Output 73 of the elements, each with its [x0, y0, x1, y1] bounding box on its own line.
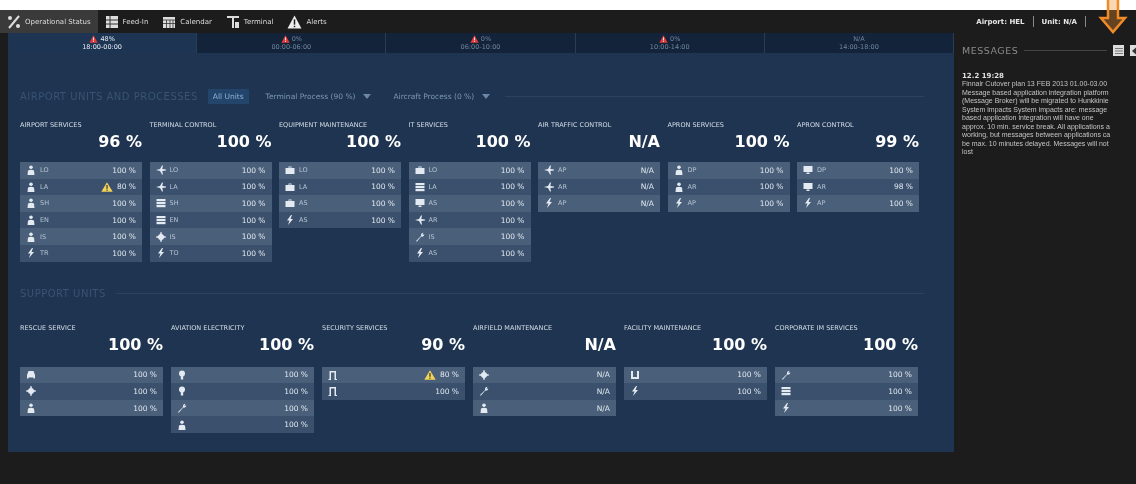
person-icon — [479, 403, 489, 414]
unit-value: 100 % — [346, 132, 401, 152]
plane-icon — [155, 165, 166, 176]
lightning-icon — [26, 248, 36, 259]
unit-value: 96 % — [98, 132, 142, 152]
person-icon — [177, 419, 187, 430]
plane-icon — [414, 215, 425, 226]
back-button[interactable] — [1130, 45, 1136, 56]
lightning-icon — [285, 215, 295, 226]
unit-value: 100 % — [863, 334, 918, 355]
lightning-icon — [155, 248, 166, 259]
list-view-button[interactable] — [1113, 45, 1124, 56]
calendar-icon — [162, 14, 177, 29]
wrench-icon — [414, 231, 425, 242]
pipe-icon — [630, 369, 640, 380]
caret-icon — [363, 93, 372, 99]
lightning-icon — [544, 198, 554, 209]
annotation-arrow — [1098, 0, 1128, 34]
person-icon — [26, 181, 36, 192]
person-icon — [26, 215, 36, 226]
person-icon — [673, 181, 684, 192]
unit-value: 100 % — [259, 334, 314, 355]
person-icon — [26, 403, 36, 414]
monitor-icon — [414, 198, 425, 209]
lightning-icon — [414, 248, 425, 259]
percent-icon — [7, 14, 21, 29]
unit-value: 100 % — [712, 334, 767, 355]
alert-icon — [280, 35, 290, 43]
car-icon — [26, 369, 36, 380]
terminal-icon — [225, 14, 240, 29]
lightning-icon — [781, 403, 791, 414]
alert-icon — [89, 35, 99, 43]
bulb-icon — [177, 369, 187, 380]
wrench-icon — [479, 386, 489, 397]
lightning-icon — [673, 198, 684, 209]
lightning-icon — [803, 198, 813, 209]
wrench-icon — [781, 369, 791, 380]
briefcase-icon — [285, 181, 295, 192]
lightning-icon — [630, 386, 640, 397]
briefcase-icon — [285, 198, 295, 209]
monitor-icon — [803, 165, 813, 176]
briefcase-icon — [414, 165, 425, 176]
list-icon — [104, 14, 119, 29]
list-icon — [781, 386, 791, 397]
person-icon — [26, 198, 36, 209]
caret-icon — [482, 93, 491, 99]
briefcase-icon — [285, 165, 295, 176]
alert-icon — [469, 35, 479, 43]
warning-icon — [287, 14, 303, 29]
person-icon — [673, 165, 684, 176]
monitor-icon — [803, 181, 813, 192]
plane-icon — [544, 165, 554, 176]
unit-value: 100 % — [734, 132, 790, 152]
unit-value: 99 % — [875, 132, 919, 152]
unit-value: 100 % — [475, 132, 531, 152]
list-icon — [155, 198, 166, 209]
person-icon — [26, 165, 36, 176]
panel-title: MESSAGES — [962, 45, 1019, 56]
unit-value: 100 % — [108, 334, 163, 355]
gate-icon — [328, 386, 338, 397]
bulb-icon — [177, 386, 187, 397]
alert-icon — [659, 35, 669, 43]
list-icon — [155, 215, 166, 226]
gate-icon — [328, 369, 338, 380]
unit-value: N/A — [628, 132, 660, 152]
list-icon — [414, 181, 425, 192]
wrench-icon — [177, 403, 187, 414]
plane-icon — [155, 181, 166, 192]
unit-value: 100 % — [216, 132, 272, 152]
plane-icon — [544, 181, 554, 192]
unit-value: N/A — [584, 334, 616, 355]
unit-value: 90 % — [421, 334, 465, 355]
person-icon — [26, 231, 36, 242]
